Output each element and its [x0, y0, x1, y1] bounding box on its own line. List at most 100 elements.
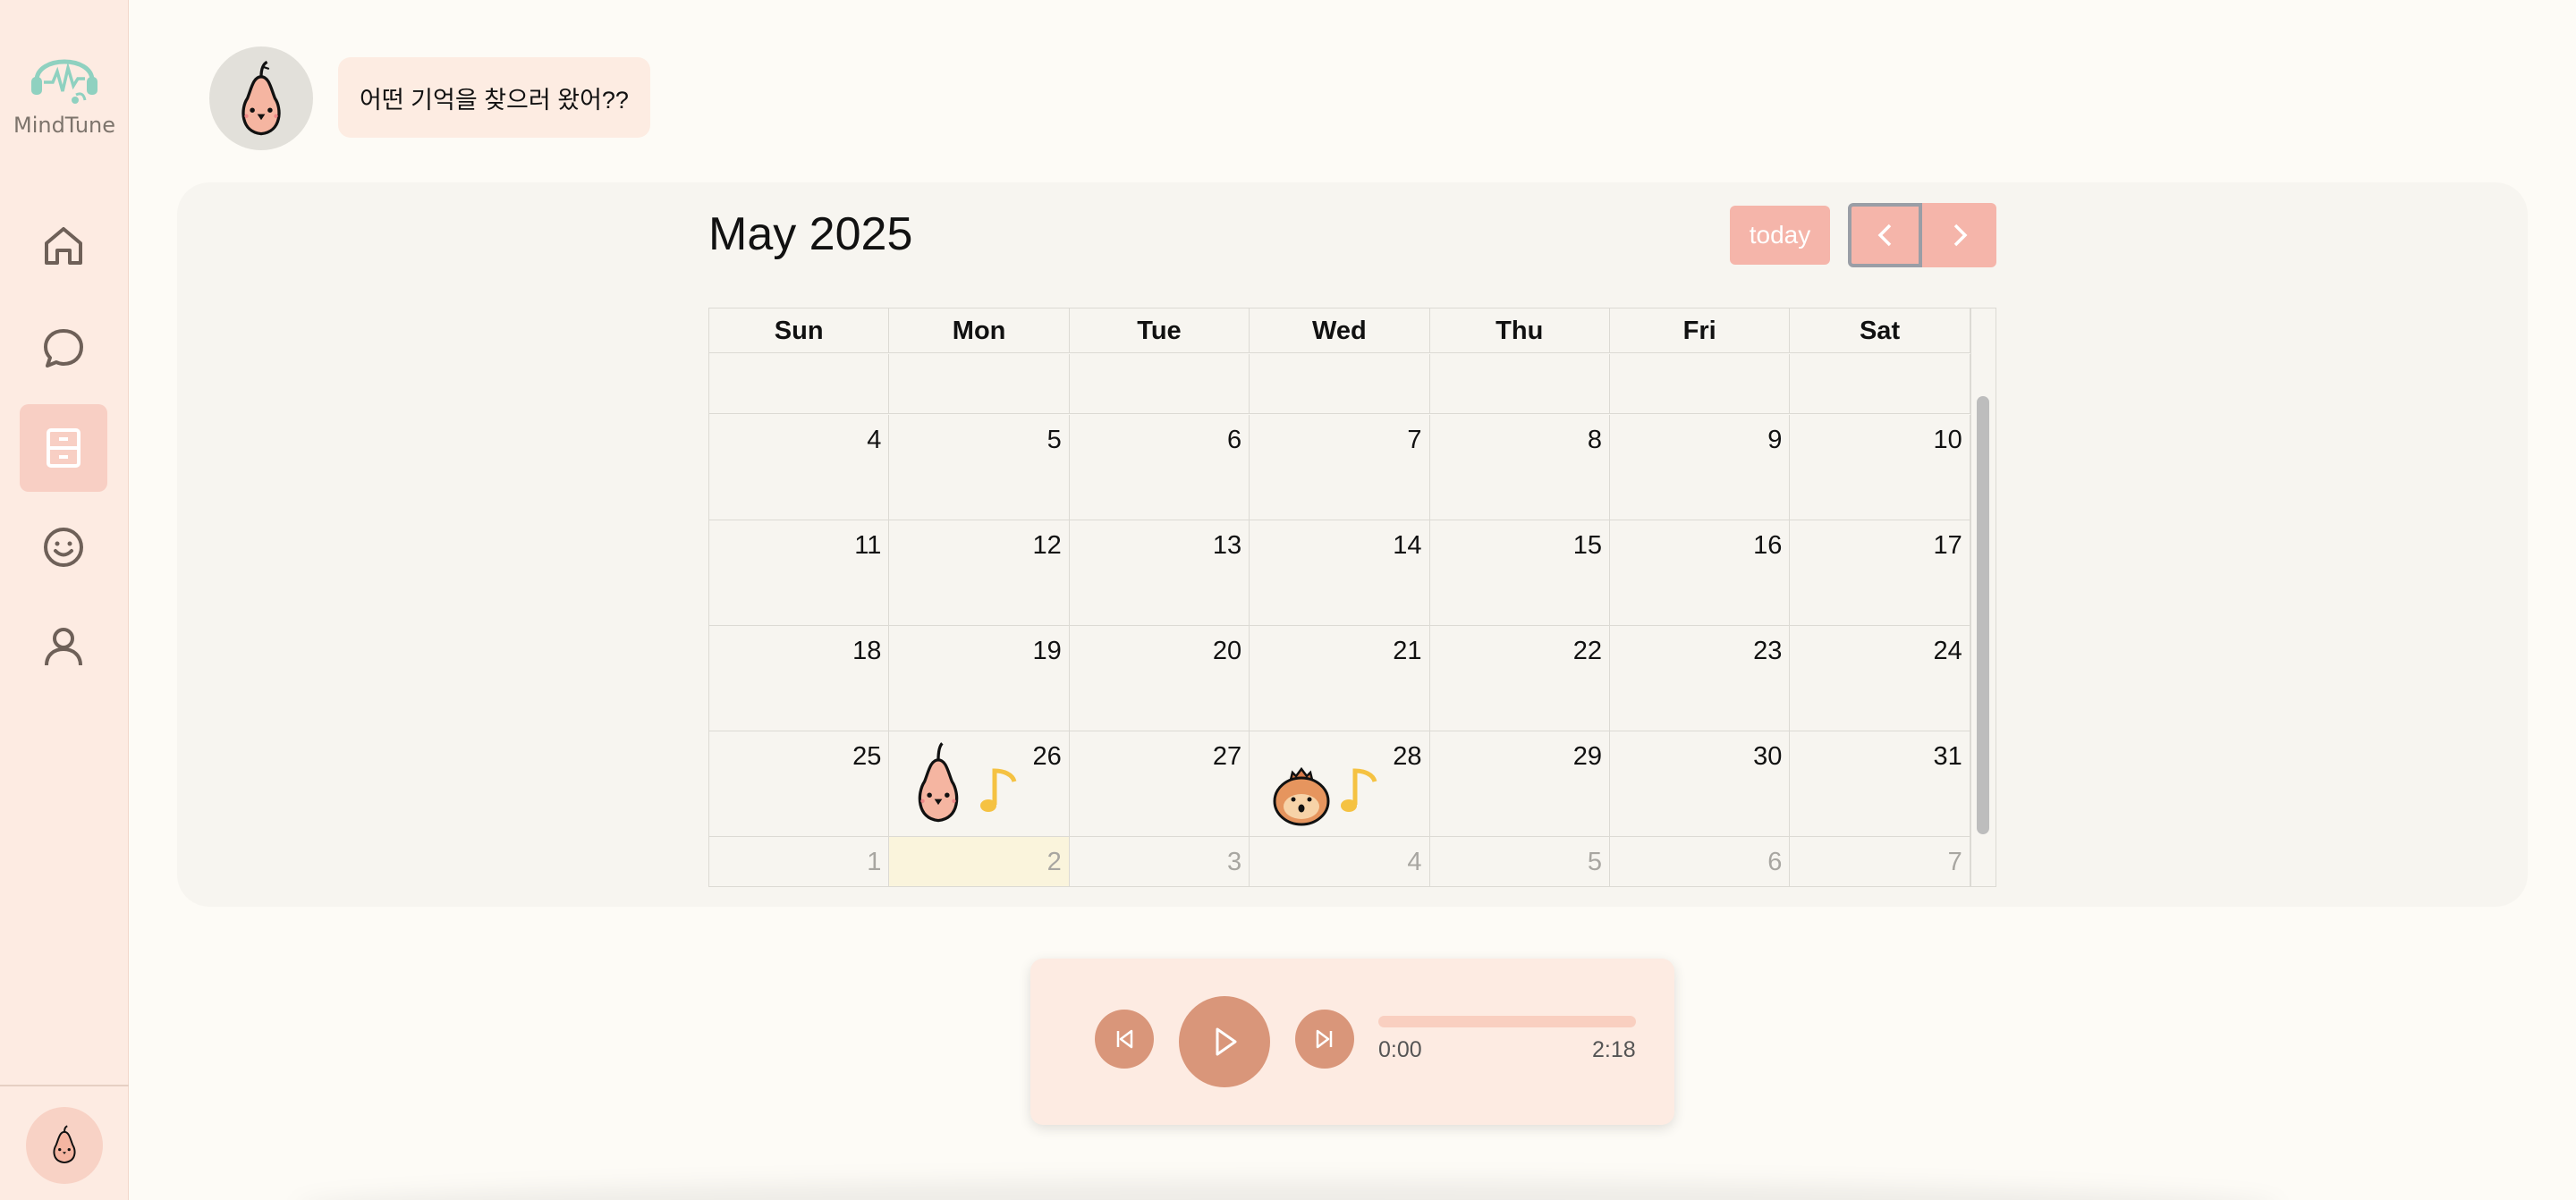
sidebar-item-home[interactable] — [20, 202, 107, 290]
progress-bar[interactable] — [1378, 1016, 1636, 1027]
calendar-day[interactable]: 14 — [1250, 520, 1430, 625]
user-icon — [45, 628, 82, 666]
day-number: 20 — [1212, 637, 1242, 665]
user-avatar[interactable] — [26, 1107, 103, 1184]
pear-character-icon[interactable] — [909, 740, 968, 824]
weekday-header: Thu — [1430, 308, 1610, 353]
calendar-day[interactable]: 22 — [1430, 626, 1610, 731]
calendar-day[interactable] — [889, 354, 1070, 413]
current-time: 0:00 — [1378, 1037, 1422, 1062]
calendar-day[interactable]: 17 — [1790, 520, 1970, 625]
app-name: MindTune — [13, 113, 116, 138]
day-number: 9 — [1767, 426, 1783, 454]
calendar-day[interactable]: 31 — [1790, 731, 1970, 836]
app-logo[interactable]: MindTune — [0, 45, 129, 138]
calendar-day-today[interactable]: 2 — [889, 837, 1070, 886]
calendar-day[interactable]: 23 — [1610, 626, 1791, 731]
calendar-day[interactable]: 19 — [889, 626, 1070, 731]
today-button[interactable]: today — [1730, 206, 1830, 265]
day-number: 3 — [1227, 848, 1242, 876]
day-number: 7 — [1947, 848, 1962, 876]
day-number: 28 — [1393, 742, 1422, 771]
sidebar-item-chat[interactable] — [20, 304, 107, 392]
calendar-day[interactable]: 30 — [1610, 731, 1791, 836]
calendar-day[interactable]: 18 — [709, 626, 890, 731]
sidebar: MindTune — [0, 0, 129, 1200]
prev-month-button[interactable] — [1848, 203, 1922, 267]
total-time: 2:18 — [1592, 1037, 1636, 1062]
calendar-week: 18 19 20 21 22 23 24 — [709, 626, 1970, 731]
calendar-day[interactable]: 6 — [1070, 415, 1250, 520]
calendar-day[interactable]: 6 — [1610, 837, 1791, 886]
calendar-week: 1 2 3 4 5 6 7 — [709, 837, 1970, 886]
day-number: 19 — [1032, 637, 1062, 665]
calendar-day[interactable] — [1250, 354, 1430, 413]
drawer-icon — [47, 428, 80, 468]
calendar-day[interactable]: 4 — [1250, 837, 1430, 886]
weekday-header: Tue — [1070, 308, 1250, 353]
calendar-day[interactable] — [1430, 354, 1610, 413]
music-note-icon — [1341, 768, 1377, 812]
calendar-day[interactable]: 13 — [1070, 520, 1250, 625]
sidebar-item-emotion[interactable] — [20, 503, 107, 591]
calendar-day[interactable] — [1070, 354, 1250, 413]
weekday-header: Sun — [709, 308, 890, 353]
calendar-day[interactable]: 16 — [1610, 520, 1791, 625]
play-icon — [1216, 1027, 1237, 1056]
chevron-left-icon — [1877, 224, 1891, 247]
calendar-day[interactable]: 29 — [1430, 731, 1610, 836]
bot-avatar — [209, 46, 313, 150]
day-number: 6 — [1767, 848, 1783, 876]
day-number: 8 — [1587, 426, 1602, 454]
calendar-day[interactable]: 20 — [1070, 626, 1250, 731]
day-number: 11 — [854, 531, 882, 560]
sidebar-item-archive[interactable] — [20, 404, 107, 492]
calendar-day[interactable]: 3 — [1070, 837, 1250, 886]
day-number: 7 — [1407, 426, 1422, 454]
calendar-day[interactable] — [1610, 354, 1791, 413]
calendar-grid: Sun Mon Tue Wed Thu Fri Sat 4 5 6 7 8 9 … — [708, 308, 1996, 887]
calendar-scrollbar-thumb[interactable] — [1977, 396, 1989, 834]
next-track-button[interactable] — [1295, 1010, 1354, 1069]
calendar-day[interactable]: 9 — [1610, 415, 1791, 520]
onion-character-icon[interactable] — [1269, 760, 1334, 828]
calendar-day[interactable]: 7 — [1790, 837, 1970, 886]
calendar-day[interactable]: 28 — [1250, 731, 1430, 836]
calendar-day[interactable] — [1790, 354, 1970, 413]
day-number: 13 — [1212, 531, 1242, 560]
sidebar-item-profile[interactable] — [20, 603, 107, 690]
calendar-day[interactable]: 10 — [1790, 415, 1970, 520]
calendar-day[interactable]: 15 — [1430, 520, 1610, 625]
calendar-day[interactable]: 21 — [1250, 626, 1430, 731]
calendar-day[interactable]: 11 — [709, 520, 890, 625]
day-number: 22 — [1572, 637, 1602, 665]
home-icon — [45, 227, 82, 265]
calendar-day[interactable]: 12 — [889, 520, 1070, 625]
calendar-day[interactable]: 5 — [1430, 837, 1610, 886]
day-number: 1 — [867, 848, 882, 876]
day-number: 5 — [1046, 426, 1062, 454]
calendar-day[interactable]: 1 — [709, 837, 890, 886]
calendar-day[interactable]: 4 — [709, 415, 890, 520]
calendar-day[interactable]: 26 — [889, 731, 1070, 836]
chat-bubble-icon — [44, 329, 83, 368]
calendar-day[interactable]: 8 — [1430, 415, 1610, 520]
calendar-week — [709, 354, 1970, 414]
day-number: 23 — [1753, 637, 1783, 665]
day-number: 15 — [1572, 531, 1602, 560]
day-number: 14 — [1393, 531, 1422, 560]
play-button[interactable] — [1179, 996, 1270, 1087]
pear-character-icon — [242, 60, 281, 136]
previous-track-button[interactable] — [1095, 1010, 1154, 1069]
calendar-day[interactable]: 24 — [1790, 626, 1970, 731]
day-number: 4 — [867, 426, 882, 454]
day-number: 17 — [1933, 531, 1962, 560]
next-month-button[interactable] — [1922, 203, 1996, 267]
calendar-day[interactable]: 5 — [889, 415, 1070, 520]
calendar-day[interactable]: 25 — [709, 731, 890, 836]
calendar-day[interactable]: 27 — [1070, 731, 1250, 836]
bottom-shadow — [295, 1180, 2281, 1200]
calendar-day[interactable] — [709, 354, 890, 413]
chat-message-text: 어떤 기억을 찾으러 왔어?? — [360, 86, 629, 114]
calendar-day[interactable]: 7 — [1250, 415, 1430, 520]
